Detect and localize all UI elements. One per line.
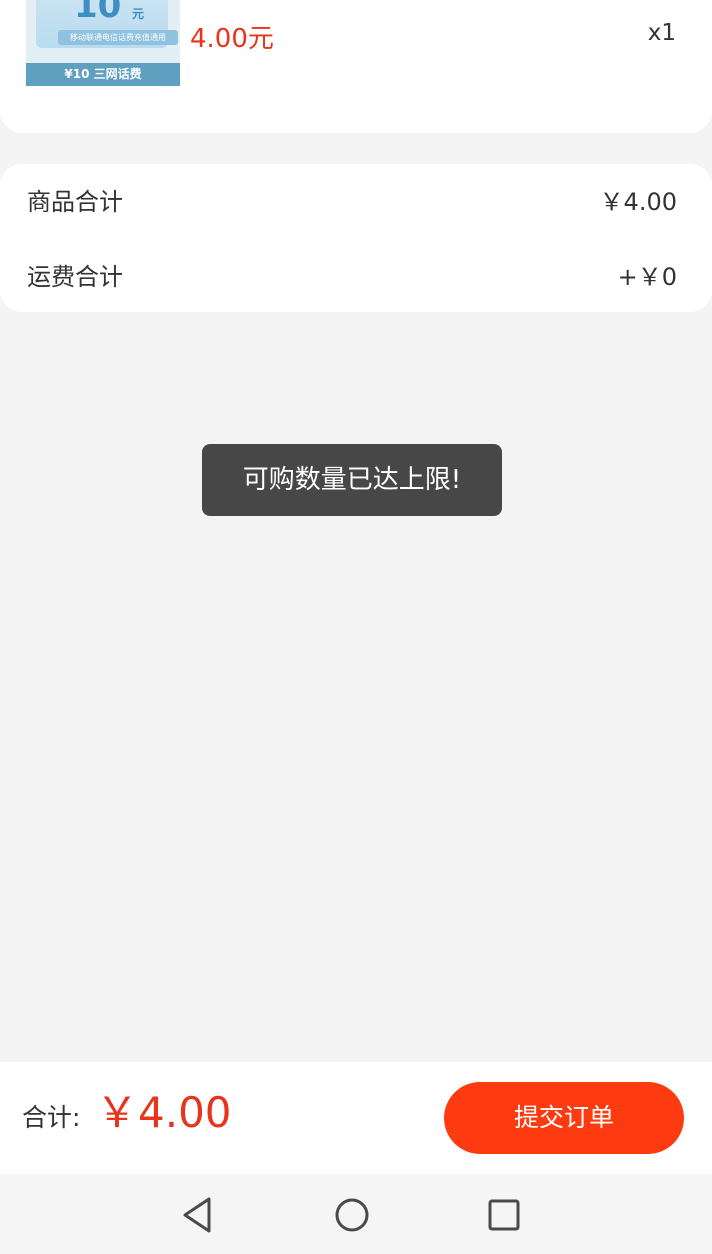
shipping-total-row: 运费合计 +￥0 bbox=[0, 257, 712, 297]
product-thumbnail[interactable]: 10 元 移动联通电信话费充值通用 ¥10 三网话费 bbox=[26, 0, 180, 86]
goods-total-value: ￥4.00 bbox=[599, 188, 677, 216]
thumbnail-denomination: 10 bbox=[74, 0, 122, 26]
recents-icon[interactable] bbox=[482, 1194, 526, 1236]
product-price: 4.00元 bbox=[190, 24, 274, 54]
thumbnail-face: 10 元 移动联通电信话费充值通用 bbox=[36, 0, 178, 48]
total-label: 合计: bbox=[22, 1103, 81, 1132]
submit-order-button[interactable]: 提交订单 bbox=[444, 1082, 684, 1154]
order-summary-card: 商品合计 ￥4.00 运费合计 +￥0 bbox=[0, 164, 712, 312]
goods-total-label: 商品合计 bbox=[27, 188, 123, 216]
thumbnail-band-text: ¥10 三网话费 bbox=[26, 63, 180, 86]
thumbnail-strip-text: 移动联通电信话费充值通用 bbox=[58, 30, 178, 45]
shipping-total-label: 运费合计 bbox=[27, 263, 123, 291]
product-card: 10 元 移动联通电信话费充值通用 ¥10 三网话费 4.00元 x1 bbox=[0, 0, 712, 133]
goods-total-row: 商品合计 ￥4.00 bbox=[0, 182, 712, 222]
thumbnail-denomination-unit: 元 bbox=[132, 7, 145, 21]
home-icon[interactable] bbox=[330, 1194, 374, 1236]
product-quantity: x1 bbox=[647, 20, 676, 46]
system-nav-bar bbox=[0, 1174, 712, 1254]
limit-reached-toast: 可购数量已达上限! bbox=[202, 444, 502, 516]
checkout-bar: 合计: ￥4.00 提交订单 bbox=[0, 1062, 712, 1174]
total-value: ￥4.00 bbox=[96, 1088, 232, 1137]
shipping-total-value: +￥0 bbox=[617, 263, 677, 291]
back-icon[interactable] bbox=[176, 1194, 220, 1236]
